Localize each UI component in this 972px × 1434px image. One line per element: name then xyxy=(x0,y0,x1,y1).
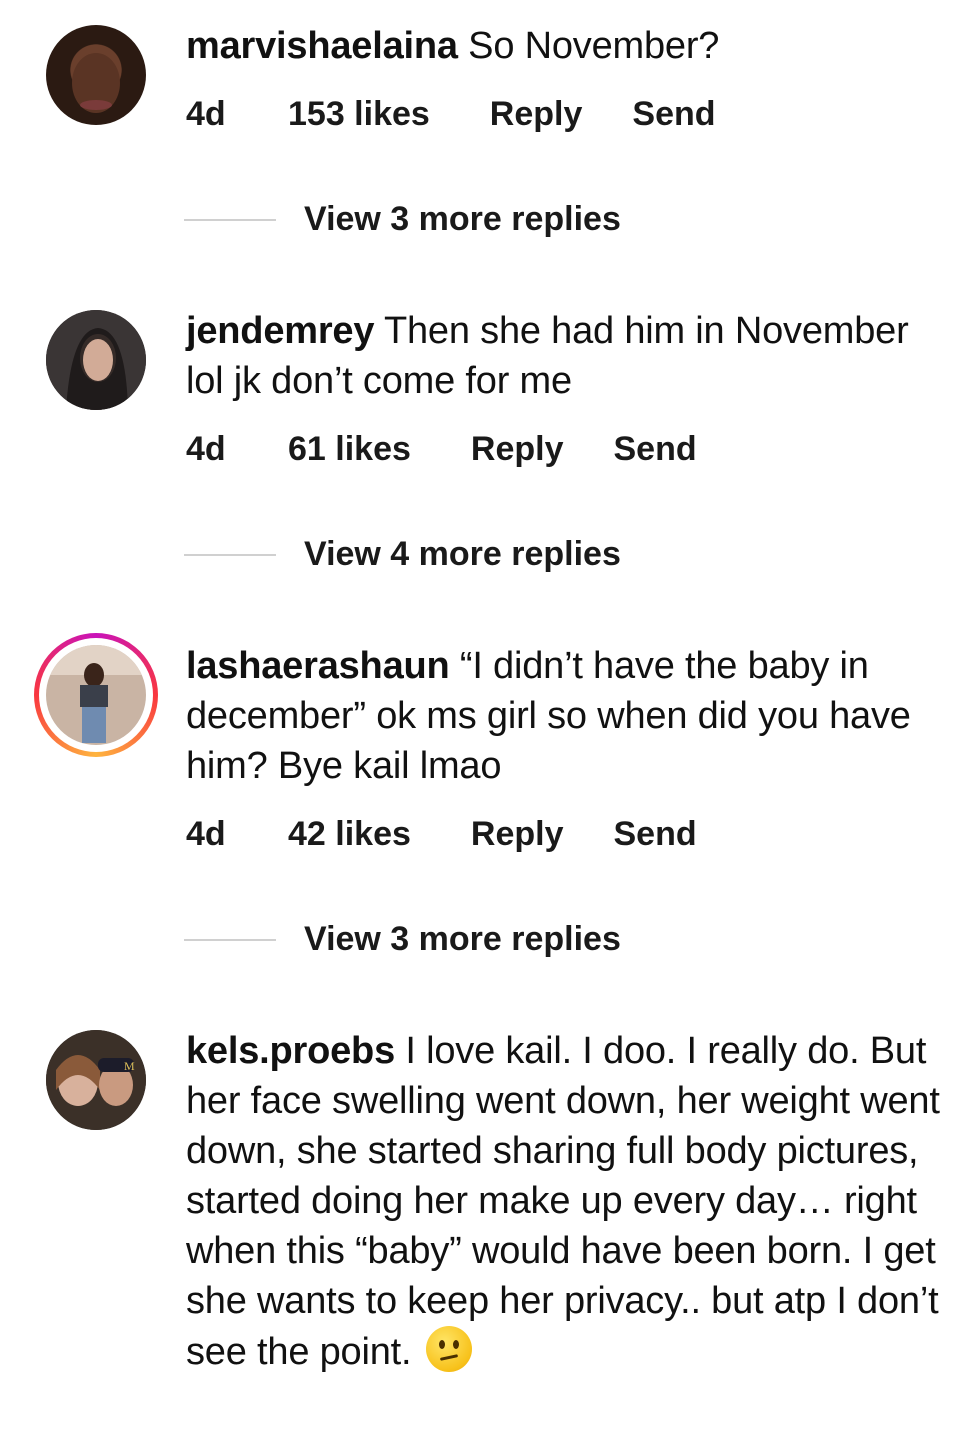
comment-time: 4d xyxy=(186,815,226,853)
likes-count[interactable]: 153 likes xyxy=(288,95,430,134)
comment-username[interactable]: kels.proebs xyxy=(186,1030,395,1072)
avatar[interactable]: M xyxy=(46,1030,146,1130)
comment-username[interactable]: marvishaelaina xyxy=(186,25,458,67)
comment-username[interactable]: jendemrey xyxy=(186,310,374,352)
comment-actions: 4d 153 likes Reply Send xyxy=(186,95,716,134)
reply-button[interactable]: Reply xyxy=(490,95,583,134)
avatar-photo xyxy=(72,53,120,113)
comment-actions: 4d 61 likes Reply Send xyxy=(186,430,697,469)
avatar-photo xyxy=(46,645,146,745)
comment-text: kels.proebs I love kail. I doo. I really… xyxy=(186,1026,946,1377)
avatar[interactable] xyxy=(34,633,158,757)
divider-line xyxy=(184,553,276,556)
divider-line xyxy=(184,218,276,221)
view-replies-button[interactable]: View 4 more replies xyxy=(184,535,621,574)
avatar-photo xyxy=(46,310,146,410)
svg-text:M: M xyxy=(124,1059,135,1073)
comment-text: lashaerashaun “I didn’t have the baby in… xyxy=(186,641,946,791)
avatar[interactable] xyxy=(46,25,146,125)
view-replies-label: View 3 more replies xyxy=(304,200,621,238)
reply-button[interactable]: Reply xyxy=(471,815,564,854)
likes-count[interactable]: 61 likes xyxy=(288,430,411,469)
send-button[interactable]: Send xyxy=(613,815,696,854)
view-replies-label: View 3 more replies xyxy=(304,920,621,958)
confused-face-icon xyxy=(425,1326,472,1372)
likes-count[interactable]: 42 likes xyxy=(288,815,411,854)
send-button[interactable]: Send xyxy=(632,95,715,134)
comment-text: marvishaelaina So November? xyxy=(186,21,946,71)
comment-body: So November? xyxy=(468,25,720,67)
comment-username[interactable]: lashaerashaun xyxy=(186,645,450,687)
divider-line xyxy=(184,938,276,941)
comment-actions: 4d 42 likes Reply Send xyxy=(186,815,697,854)
comment-text: jendemrey Then she had him in November l… xyxy=(186,306,946,406)
view-replies-button[interactable]: View 3 more replies xyxy=(184,200,621,239)
view-replies-label: View 4 more replies xyxy=(304,535,621,573)
comment-time: 4d xyxy=(186,430,226,468)
reply-button[interactable]: Reply xyxy=(471,430,564,469)
comment-body: I love kail. I doo. I really do. But her… xyxy=(186,1030,940,1373)
avatar-photo: M xyxy=(46,1030,146,1130)
comment-time: 4d xyxy=(186,95,226,133)
send-button[interactable]: Send xyxy=(613,430,696,469)
view-replies-button[interactable]: View 3 more replies xyxy=(184,920,621,959)
avatar[interactable] xyxy=(46,310,146,410)
